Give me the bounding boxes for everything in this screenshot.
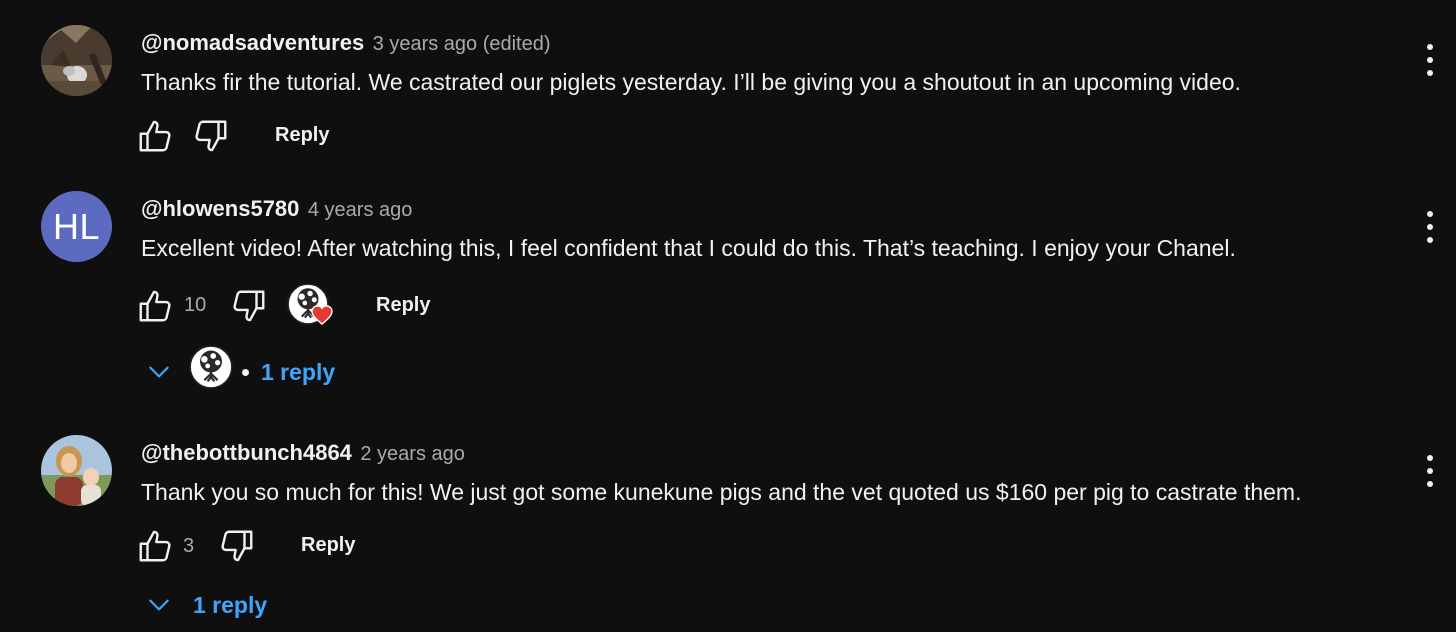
view-replies-button[interactable]: 1 reply (141, 583, 291, 627)
thumbs-down-icon[interactable] (231, 288, 267, 324)
thumbs-up-icon[interactable] (137, 118, 173, 154)
comment-header: @hlowens5780 4 years ago (141, 196, 412, 222)
comment-timestamp[interactable]: 3 years ago (edited) (373, 33, 551, 55)
more-vertical-icon[interactable] (1420, 211, 1440, 245)
heart-icon (311, 305, 333, 325)
more-vertical-icon[interactable] (1420, 44, 1440, 78)
comment-author[interactable]: @nomadsadventures (141, 30, 364, 55)
comment-timestamp[interactable]: 2 years ago (360, 443, 465, 465)
photo-avatar-outdoor (41, 25, 112, 96)
view-replies-button[interactable]: 1 reply (141, 350, 351, 394)
comment-author[interactable]: @hlowens5780 (141, 196, 299, 221)
more-vertical-icon[interactable] (1420, 455, 1440, 489)
creator-heart-badge (287, 283, 335, 329)
thumbs-up-icon[interactable] (137, 528, 173, 564)
comment-author[interactable]: @thebottbunch4864 (141, 440, 352, 465)
thumbs-up-icon[interactable] (137, 288, 173, 324)
comment-header: @nomadsadventures 3 years ago (edited) (141, 30, 551, 56)
chevron-down-icon (146, 359, 172, 385)
avatar[interactable] (41, 435, 112, 506)
reply-button[interactable]: Reply (275, 124, 329, 147)
photo-avatar-family (41, 435, 112, 506)
reply-button[interactable]: Reply (376, 294, 430, 317)
comment-text: Excellent video! After watching this, I … (141, 235, 1236, 261)
thumbs-down-icon[interactable] (193, 118, 229, 154)
separator-dot (242, 369, 249, 376)
replies-count-label: 1 reply (193, 592, 268, 618)
comment-timestamp[interactable]: 4 years ago (308, 199, 413, 221)
replies-count-label: 1 reply (261, 359, 336, 385)
chevron-down-icon (146, 592, 172, 618)
thumbs-down-icon[interactable] (219, 528, 255, 564)
reply-button[interactable]: Reply (301, 534, 355, 557)
like-count: 3 (183, 535, 195, 557)
avatar-initials: HL (52, 205, 101, 247)
tree-of-life-icon (189, 345, 233, 389)
avatar[interactable] (41, 25, 112, 96)
comment-header: @thebottbunch4864 2 years ago (141, 440, 465, 466)
avatar[interactable]: HL (41, 191, 112, 262)
comment-text: Thanks fir the tutorial. We castrated ou… (141, 69, 1241, 95)
like-count: 10 (184, 294, 207, 316)
comment-text: Thank you so much for this! We just got … (141, 479, 1302, 505)
